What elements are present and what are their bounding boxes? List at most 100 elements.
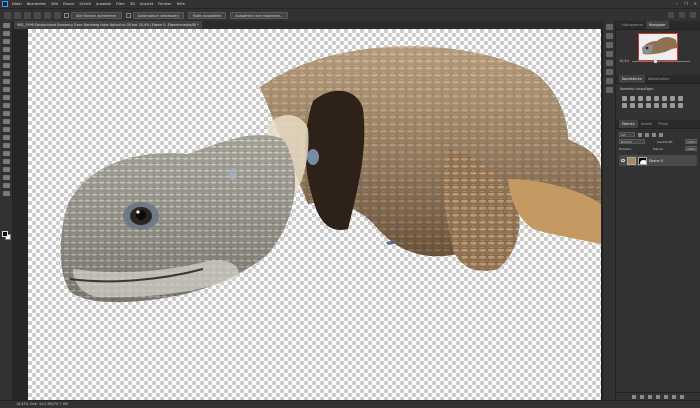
layer-thumbnail[interactable] bbox=[627, 156, 636, 165]
color-lookup-icon[interactable] bbox=[638, 103, 643, 108]
eraser-tool-icon[interactable] bbox=[2, 111, 10, 116]
posterize-icon[interactable] bbox=[654, 103, 659, 108]
brush-settings-icon[interactable] bbox=[605, 60, 613, 66]
tab-paths[interactable]: Pfade bbox=[655, 120, 671, 128]
navigator-thumbnail[interactable] bbox=[638, 33, 678, 61]
more-tools-icon[interactable] bbox=[2, 191, 10, 196]
levels-icon[interactable] bbox=[630, 96, 635, 101]
tab-channels[interactable]: Kanäle bbox=[638, 120, 656, 128]
layer-style-icon[interactable] bbox=[640, 394, 644, 399]
history-brush-icon[interactable] bbox=[2, 103, 10, 108]
color-balance-icon[interactable] bbox=[670, 96, 675, 101]
auto-enhance-option[interactable]: Automatisch verbessern bbox=[132, 11, 184, 19]
rectangle-tool-icon[interactable] bbox=[2, 167, 10, 172]
paragraph-icon[interactable] bbox=[605, 78, 613, 84]
menu-auswahl[interactable]: Auswahl bbox=[96, 2, 111, 6]
brush-size-icon[interactable] bbox=[44, 11, 51, 19]
character-icon[interactable] bbox=[605, 69, 613, 75]
exposure-icon[interactable] bbox=[646, 96, 651, 101]
add-mask-icon[interactable] bbox=[648, 394, 652, 399]
gradient-tool-icon[interactable] bbox=[2, 119, 10, 124]
new-layer-icon[interactable] bbox=[672, 394, 676, 399]
menu-ebene[interactable]: Ebene bbox=[63, 2, 74, 6]
menu-bild[interactable]: Bild bbox=[51, 2, 58, 6]
curves-icon[interactable] bbox=[638, 96, 643, 101]
tab-layers[interactable]: Ebenen bbox=[619, 120, 638, 128]
tab-adjustments[interactable]: Korrekturen bbox=[619, 75, 645, 83]
new-selection-icon[interactable] bbox=[14, 11, 21, 19]
new-group-icon[interactable] bbox=[664, 394, 668, 399]
eye-icon[interactable] bbox=[621, 159, 625, 162]
angle-icon[interactable] bbox=[54, 11, 61, 19]
healing-brush-icon[interactable] bbox=[2, 79, 10, 84]
menu-filter[interactable]: Filter bbox=[116, 2, 125, 6]
menu-ansicht[interactable]: Ansicht bbox=[140, 2, 153, 6]
menu-datei[interactable]: Datei bbox=[12, 2, 22, 6]
hand-tool-icon[interactable] bbox=[2, 175, 10, 180]
blur-tool-icon[interactable] bbox=[2, 127, 10, 132]
pen-tool-icon[interactable] bbox=[2, 143, 10, 148]
document-tab[interactable]: IMG_1990 Deutschland Bamberg Trans Bambe… bbox=[14, 21, 202, 29]
quick-selection-icon[interactable] bbox=[2, 47, 10, 52]
foreground-color-swatch[interactable] bbox=[2, 231, 8, 237]
trash-icon[interactable] bbox=[680, 394, 684, 399]
opacity-input[interactable]: 100% bbox=[684, 139, 697, 144]
add-selection-icon[interactable] bbox=[24, 11, 31, 19]
tab-navigator[interactable]: Navigator bbox=[645, 21, 669, 29]
channel-mixer-icon[interactable] bbox=[630, 103, 635, 108]
fill-input[interactable]: 100% bbox=[684, 146, 697, 151]
new-adjustment-icon[interactable] bbox=[656, 394, 660, 399]
sample-all-checkbox[interactable] bbox=[64, 12, 69, 18]
type-tool-icon[interactable] bbox=[2, 151, 10, 156]
path-selection-icon[interactable] bbox=[2, 159, 10, 164]
clone-stamp-icon[interactable] bbox=[2, 95, 10, 100]
layer-kind-filter[interactable]: Art bbox=[619, 132, 635, 137]
eyedropper-tool-icon[interactable] bbox=[2, 71, 10, 76]
quick-selection-tool-icon[interactable] bbox=[4, 11, 11, 19]
history-icon[interactable] bbox=[605, 24, 613, 30]
auto-enhance-checkbox[interactable] bbox=[125, 12, 131, 18]
restore-icon[interactable]: ❐ bbox=[684, 1, 688, 6]
menu-bearbeiten[interactable]: Bearbeiten bbox=[27, 2, 47, 6]
frame-tool-icon[interactable] bbox=[2, 63, 10, 68]
glyphs-icon[interactable] bbox=[605, 87, 613, 93]
dodge-tool-icon[interactable] bbox=[2, 135, 10, 140]
tab-libraries[interactable]: Bibliotheken bbox=[645, 75, 672, 83]
layer-mask-thumbnail[interactable] bbox=[638, 156, 647, 165]
workspace-icon[interactable] bbox=[679, 12, 685, 18]
canvas-area[interactable] bbox=[14, 29, 602, 400]
filter-pixel-icon[interactable] bbox=[638, 132, 642, 137]
close-icon[interactable]: ✕ bbox=[694, 1, 697, 6]
filter-shape-icon[interactable] bbox=[659, 132, 663, 137]
select-subject-button[interactable]: Motiv auswählen bbox=[187, 11, 227, 19]
color-icon[interactable] bbox=[605, 42, 613, 48]
document-canvas[interactable] bbox=[28, 29, 601, 400]
brightness-contrast-icon[interactable] bbox=[622, 96, 627, 101]
search-icon[interactable] bbox=[668, 12, 674, 18]
selective-color-icon[interactable] bbox=[678, 103, 683, 108]
swatches-icon[interactable] bbox=[605, 51, 613, 57]
zoom-tool-icon[interactable] bbox=[2, 183, 10, 188]
photo-filter-icon[interactable] bbox=[622, 103, 627, 108]
move-tool-icon[interactable] bbox=[2, 23, 10, 28]
link-layers-icon[interactable] bbox=[632, 394, 636, 399]
sample-all-layers-option[interactable]: Alle Ebenen aufnehmen bbox=[71, 11, 122, 19]
lasso-tool-icon[interactable] bbox=[2, 39, 10, 44]
gradient-map-icon[interactable] bbox=[670, 103, 675, 108]
menu-fenster[interactable]: Fenster bbox=[158, 2, 171, 6]
filter-adjustment-icon[interactable] bbox=[645, 132, 649, 137]
menu-schrift[interactable]: Schrift bbox=[79, 2, 91, 6]
properties-icon[interactable] bbox=[605, 33, 613, 39]
menu-hilfe[interactable]: Hilfe bbox=[177, 2, 185, 6]
brush-tool-icon[interactable] bbox=[2, 87, 10, 92]
select-and-mask-button[interactable]: Auswählen und maskieren... bbox=[230, 11, 289, 19]
hue-saturation-icon[interactable] bbox=[662, 96, 667, 101]
layer-row[interactable]: Ebene 0 bbox=[619, 155, 697, 166]
filter-type-icon[interactable] bbox=[652, 132, 656, 137]
subtract-selection-icon[interactable] bbox=[34, 11, 41, 19]
marquee-tool-icon[interactable] bbox=[2, 31, 10, 36]
navigator-zoom-slider[interactable] bbox=[632, 59, 690, 63]
tab-histogram[interactable]: Histogramm bbox=[619, 21, 646, 29]
black-white-icon[interactable] bbox=[678, 96, 683, 101]
minimize-icon[interactable]: – bbox=[676, 1, 678, 6]
